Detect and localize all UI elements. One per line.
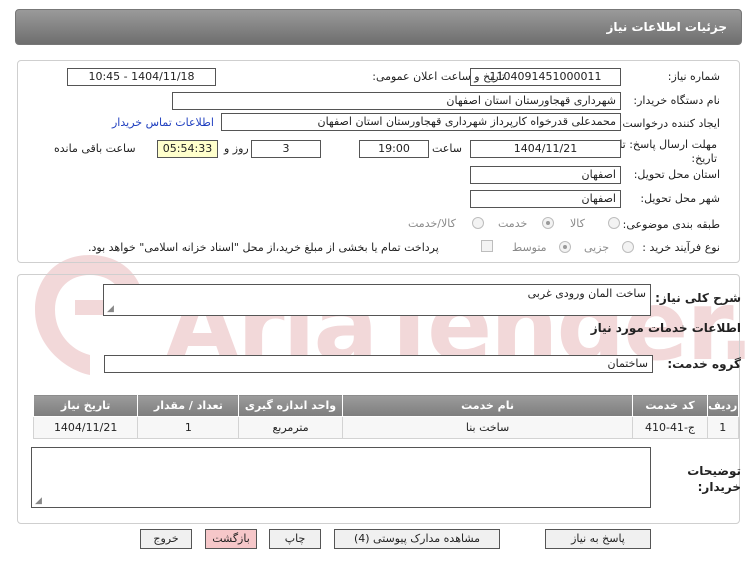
page-title: جزئیات اطلاعات نیاز <box>606 20 727 34</box>
treasury-payment-checkbox[interactable] <box>481 240 493 252</box>
table-header-cell: واحد اندازه گیری <box>238 394 343 417</box>
process-type-label: نوع فرآیند خرید : <box>642 241 720 254</box>
province-field: اصفهان <box>470 166 621 184</box>
attachments-button[interactable]: مشاهده مدارک پیوستی (4) <box>334 529 500 549</box>
services-heading: اطلاعات خدمات مورد نیاز <box>590 321 741 335</box>
buyer-notes-textarea[interactable]: ◢ <box>31 447 651 508</box>
table-header-cell: تاریخ نیاز <box>32 394 139 417</box>
days-field: 3 <box>251 140 321 158</box>
announce-date-field: 1404/11/18 - 10:45 <box>67 68 216 86</box>
remaining-time-label: ساعت باقی مانده <box>54 142 136 155</box>
remaining-time-field: 05:54:33 <box>157 140 218 158</box>
buyer-notes-label: توضیحات <box>687 464 741 478</box>
deadline-time-field: 19:00 <box>359 140 429 158</box>
deadline-date-label: تاریخ: <box>691 152 717 165</box>
creator-label: ایجاد کننده درخواست: <box>618 117 720 130</box>
summary-text: ساخت المان ورودی غربی <box>527 287 646 300</box>
table-cell: ج-41-410 <box>632 416 708 439</box>
process-radio-medium[interactable] <box>559 241 571 253</box>
category-radio-goods[interactable] <box>608 217 620 229</box>
process-option-minor: جزیی <box>584 241 610 254</box>
table-cell: ساخت بنا <box>341 416 634 439</box>
table-cell: 1404/11/21 <box>32 416 139 439</box>
page-header: جزئیات اطلاعات نیاز <box>15 9 742 45</box>
table-cell: 1 <box>137 416 240 439</box>
service-group-field: ساختمان <box>104 355 653 373</box>
deadline-time-label: ساعت <box>432 142 462 155</box>
announce-date-label: تاریخ و ساعت اعلان عمومی: <box>372 70 505 83</box>
table-cell: 1 <box>706 416 739 439</box>
table-header-cell: تعداد / مقدار <box>137 394 240 417</box>
back-button[interactable]: بازگشت <box>205 529 257 549</box>
summary-textarea: ساخت المان ورودی غربی ◢ <box>103 284 651 316</box>
deadline-label: مهلت ارسال پاسخ: تا <box>619 138 717 151</box>
table-header-cell: ردیف <box>706 394 739 417</box>
table-header-cell: کد خدمت <box>632 394 708 417</box>
print-button[interactable]: چاپ <box>269 529 321 549</box>
service-group-label: گروه خدمت: <box>667 357 741 371</box>
table-header-cell: نام خدمت <box>341 394 634 417</box>
buyer-contact-link[interactable]: اطلاعات تماس خریدار <box>112 116 214 129</box>
province-label: استان محل تحویل: <box>633 168 720 181</box>
city-label: شهر محل تحویل: <box>640 192 720 205</box>
table-cell: مترمربع <box>238 416 343 439</box>
days-label: روز و <box>224 142 249 155</box>
summary-label: شرح کلی نیاز: <box>655 291 741 305</box>
services-table: ردیف کد خدمت نام خدمت واحد اندازه گیری ت… <box>32 394 739 439</box>
reply-button[interactable]: پاسخ به نیاز <box>545 529 651 549</box>
category-label: طبقه بندی موضوعی: <box>622 218 720 231</box>
category-option-service: خدمت <box>498 217 528 230</box>
buyer-notes-label-2: خریدار: <box>697 480 741 494</box>
category-radio-service[interactable] <box>542 217 554 229</box>
category-option-goods-service: کالا/خدمت <box>408 217 456 230</box>
category-radio-goods-service[interactable] <box>472 217 484 229</box>
process-radio-minor[interactable] <box>622 241 634 253</box>
process-option-medium: متوسط <box>512 241 547 254</box>
exit-button[interactable]: خروج <box>140 529 192 549</box>
buyer-org-field: شهرداری قهجاورستان استان اصفهان <box>172 92 621 110</box>
buyer-org-label: نام دستگاه خریدار: <box>633 94 720 107</box>
resize-handle-icon: ◢ <box>107 304 114 314</box>
need-info-panel <box>17 60 740 263</box>
treasury-payment-note: پرداخت تمام یا بخشی از مبلغ خرید،از محل … <box>88 241 439 254</box>
deadline-date-field: 1404/11/21 <box>470 140 621 158</box>
table-row: 1 ج-41-410 ساخت بنا مترمربع 1 1404/11/21 <box>32 416 739 439</box>
creator-field: محمدعلی قدرخواه کارپرداز شهرداری قهجاورس… <box>221 113 621 131</box>
category-option-goods: کالا <box>570 217 585 230</box>
resize-handle-icon: ◢ <box>35 496 42 506</box>
need-number-label: شماره نیاز: <box>667 70 720 83</box>
table-header-row: ردیف کد خدمت نام خدمت واحد اندازه گیری ت… <box>32 394 739 417</box>
city-field: اصفهان <box>470 190 621 208</box>
